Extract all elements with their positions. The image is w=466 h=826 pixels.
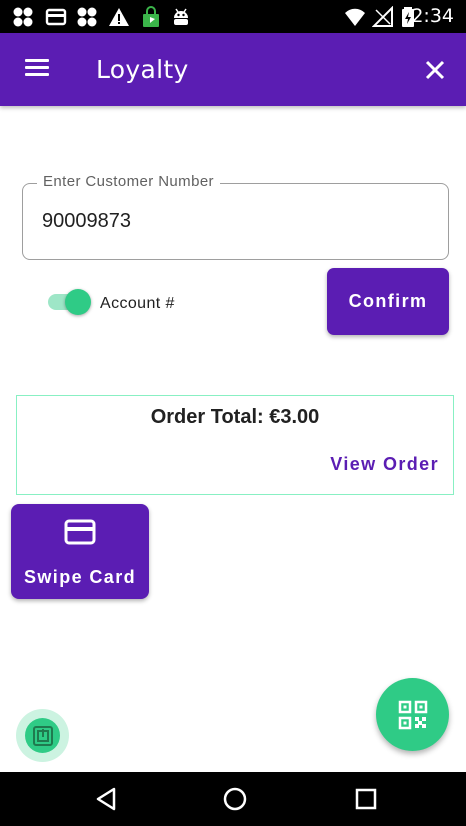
wifi-icon — [344, 6, 366, 28]
status-time: 2:34 — [411, 5, 454, 27]
qr-code-icon — [398, 700, 427, 729]
shopping-bag-icon — [140, 6, 162, 28]
order-card: Order Total: €3.00 View Order — [16, 395, 454, 495]
customer-number-field[interactable]: Enter Customer Number — [22, 173, 449, 260]
nfc-badge[interactable] — [16, 709, 69, 762]
close-icon[interactable] — [420, 55, 450, 85]
account-toggle-label: Account # — [100, 295, 175, 312]
navigation-bar — [0, 772, 466, 826]
recents-icon[interactable] — [352, 785, 380, 813]
app-bar: Loyalty — [0, 33, 466, 106]
toggle-thumb — [65, 289, 91, 315]
customer-number-label: Enter Customer Number — [37, 173, 220, 190]
status-bar: 2:34 — [0, 0, 466, 33]
home-icon[interactable] — [221, 785, 249, 813]
warning-icon — [108, 6, 130, 28]
clover-icon — [76, 6, 98, 28]
card-icon — [45, 6, 67, 28]
confirm-button[interactable]: Confirm — [327, 268, 449, 335]
view-order-button[interactable]: View Order — [330, 454, 439, 475]
swipe-card-button[interactable]: Swipe Card — [11, 504, 149, 599]
clover-icon — [12, 6, 34, 28]
customer-number-input[interactable] — [42, 210, 422, 233]
order-total: Order Total: €3.00 — [150, 406, 320, 428]
signal-icon — [372, 6, 394, 28]
credit-card-icon — [64, 518, 96, 546]
page-title: Loyalty — [96, 55, 189, 84]
swipe-card-label: Swipe Card — [23, 567, 137, 587]
account-toggle[interactable] — [48, 289, 94, 317]
qr-scan-button[interactable] — [376, 678, 449, 751]
nfc-icon — [25, 718, 60, 753]
hamburger-menu-icon[interactable] — [20, 55, 54, 85]
back-icon[interactable] — [92, 785, 120, 813]
android-icon — [170, 6, 192, 28]
